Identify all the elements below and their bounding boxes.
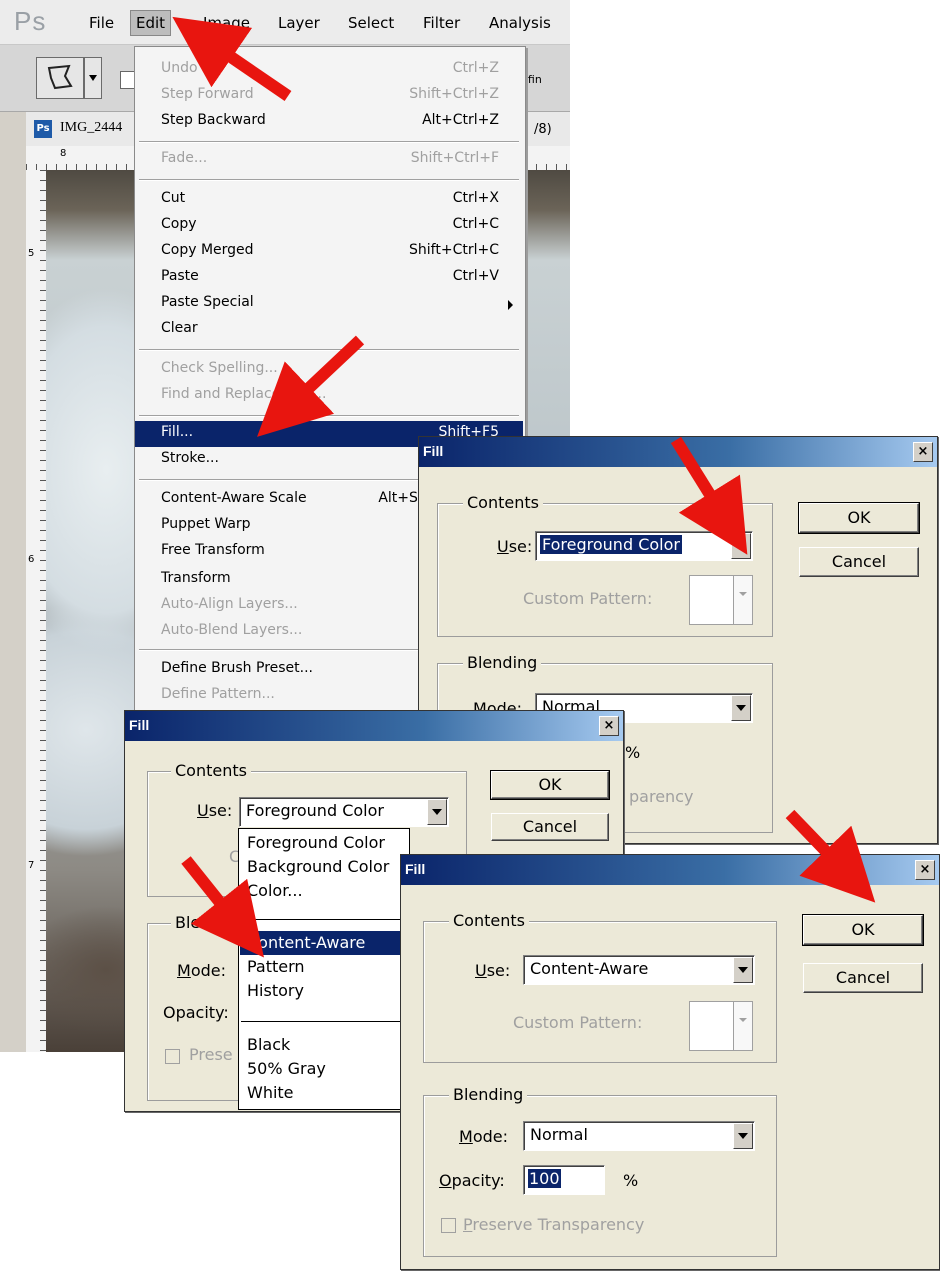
arrow-to-content-aware [181, 856, 264, 958]
arrow-to-edit-menu [172, 16, 292, 101]
arrow-to-ok-button [785, 809, 876, 903]
arrow-to-use-dropdown [670, 436, 748, 555]
arrow-to-fill-item [257, 335, 365, 437]
annotation-arrows [172, 16, 876, 958]
